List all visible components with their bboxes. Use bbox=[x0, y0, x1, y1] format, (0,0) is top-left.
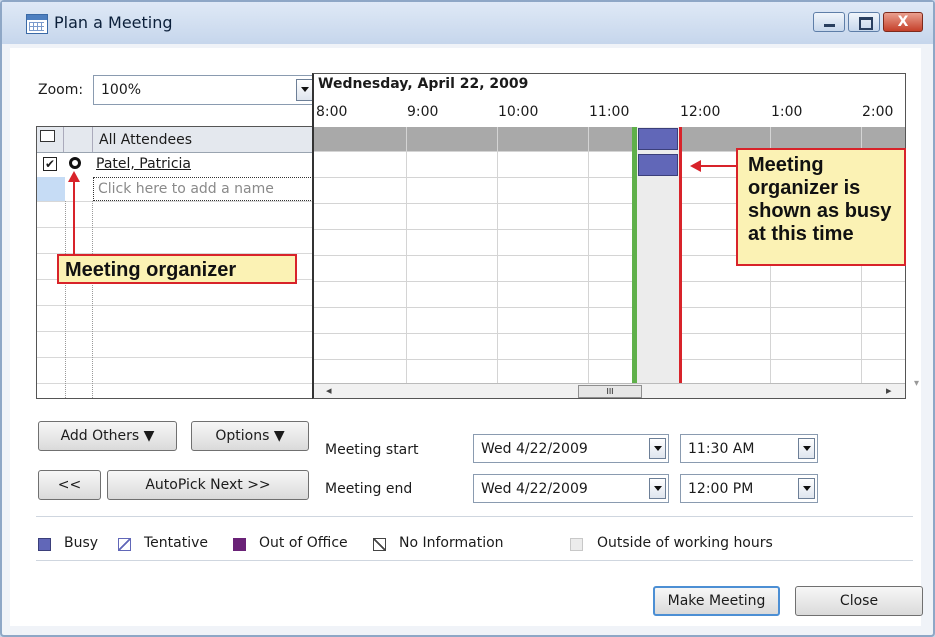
horizontal-scrollbar[interactable]: ◂ III ▸ bbox=[314, 383, 905, 398]
end-time-select[interactable]: 12:00 PM bbox=[680, 474, 818, 503]
previous-button[interactable]: << bbox=[38, 470, 101, 500]
scroll-right-icon[interactable]: ▸ bbox=[886, 384, 892, 397]
hour-label: 11:00 bbox=[589, 104, 630, 120]
legend-out-of-office: Out of Office bbox=[259, 535, 348, 551]
minimize-icon bbox=[824, 24, 835, 27]
chevron-down-icon[interactable] bbox=[649, 478, 666, 499]
calendar-icon bbox=[26, 14, 48, 34]
close-icon: X bbox=[897, 14, 909, 30]
busy-callout-line: at this time bbox=[748, 223, 854, 245]
outside-hours-swatch bbox=[570, 538, 583, 551]
zoom-value: 100% bbox=[101, 82, 142, 98]
attendees-header: All Attendees bbox=[37, 127, 313, 153]
meeting-end-label: Meeting end bbox=[325, 481, 413, 497]
hour-label: 2:00 bbox=[862, 104, 894, 120]
options-label: Options bbox=[215, 428, 270, 444]
out-of-office-swatch bbox=[233, 538, 246, 551]
busy-swatch bbox=[38, 538, 51, 551]
chevron-down-icon[interactable] bbox=[296, 79, 313, 101]
maximize-icon bbox=[859, 17, 873, 30]
end-time-value: 12:00 PM bbox=[688, 480, 754, 497]
legend-outside-hours: Outside of working hours bbox=[597, 535, 773, 551]
close-button[interactable]: Close bbox=[795, 586, 923, 616]
end-date-select[interactable]: Wed 4/22/2009 bbox=[473, 474, 669, 503]
meeting-end-line[interactable] bbox=[679, 127, 682, 385]
end-date-value: Wed 4/22/2009 bbox=[481, 480, 588, 497]
make-meeting-button[interactable]: Make Meeting bbox=[653, 586, 780, 616]
start-date-value: Wed 4/22/2009 bbox=[481, 440, 588, 457]
options-button[interactable]: Options ▼ bbox=[191, 421, 309, 451]
organizer-arrow-line bbox=[73, 180, 75, 254]
hour-label: 12:00 bbox=[680, 104, 721, 120]
divider bbox=[36, 560, 913, 561]
busy-callout: Meeting organizer is shown as busy at this … bbox=[736, 148, 906, 266]
busy-block bbox=[637, 154, 678, 176]
close-window-button[interactable]: X bbox=[883, 12, 923, 32]
attendee-checkbox[interactable]: ✔ bbox=[43, 157, 57, 171]
busy-callout-line: organizer is bbox=[748, 177, 861, 199]
hour-label: 1:00 bbox=[771, 104, 803, 120]
empty-rows bbox=[37, 201, 313, 398]
scroll-down-icon[interactable]: ▾ bbox=[914, 378, 919, 389]
zoom-label: Zoom: bbox=[38, 82, 84, 98]
chevron-down-icon[interactable] bbox=[798, 478, 815, 499]
no-information-swatch bbox=[373, 538, 386, 551]
chevron-down-icon: ▼ bbox=[273, 428, 285, 444]
busy-arrow-head bbox=[690, 160, 701, 172]
dialog-content: Zoom: 100% All Attendees ✔ Patel, Patric… bbox=[10, 48, 923, 626]
start-time-select[interactable]: 11:30 AM bbox=[680, 434, 818, 463]
start-time-value: 11:30 AM bbox=[688, 440, 755, 457]
chevron-down-icon[interactable] bbox=[798, 438, 815, 459]
busy-callout-text: Meeting organizer is shown as busy at this … bbox=[748, 154, 904, 246]
maximize-button[interactable] bbox=[848, 12, 880, 32]
start-date-select[interactable]: Wed 4/22/2009 bbox=[473, 434, 669, 463]
legend-no-information: No Information bbox=[399, 535, 504, 551]
legend-tentative: Tentative bbox=[144, 535, 209, 551]
divider bbox=[36, 516, 913, 517]
window-title: Plan a Meeting bbox=[54, 13, 173, 32]
hour-label: 9:00 bbox=[407, 104, 439, 120]
hour-label: 8:00 bbox=[316, 104, 348, 120]
title-bar: Plan a Meeting X bbox=[2, 2, 933, 44]
scroll-left-icon[interactable]: ◂ bbox=[326, 384, 332, 397]
zoom-select[interactable]: 100% bbox=[93, 75, 316, 105]
legend-busy: Busy bbox=[64, 535, 99, 551]
all-attendees-header: All Attendees bbox=[99, 132, 193, 148]
busy-callout-line: shown as busy bbox=[748, 200, 892, 222]
tentative-swatch bbox=[118, 538, 131, 551]
busy-callout-line: Meeting bbox=[748, 154, 824, 176]
meeting-start-line[interactable] bbox=[631, 127, 637, 385]
organizer-icon bbox=[69, 157, 81, 169]
autopick-next-button[interactable]: AutoPick Next >> bbox=[107, 470, 309, 500]
busy-arrow-line bbox=[700, 165, 736, 167]
chevron-down-icon: ▼ bbox=[143, 428, 155, 444]
chevron-down-icon[interactable] bbox=[649, 438, 666, 459]
envelope-icon bbox=[40, 130, 55, 142]
organizer-callout: Meeting organizer bbox=[57, 254, 297, 284]
busy-block bbox=[637, 128, 678, 150]
meeting-start-label: Meeting start bbox=[325, 442, 419, 458]
schedule-date: Wednesday, April 22, 2009 bbox=[318, 76, 529, 92]
add-others-button[interactable]: Add Others ▼ bbox=[38, 421, 177, 451]
add-others-label: Add Others bbox=[60, 428, 140, 444]
organizer-arrow-head bbox=[68, 171, 80, 182]
attendee-name[interactable]: Patel, Patricia bbox=[96, 156, 191, 172]
add-name-input[interactable]: Click here to add a name bbox=[93, 177, 313, 201]
scroll-thumb[interactable]: III bbox=[578, 385, 642, 398]
hour-label: 10:00 bbox=[498, 104, 539, 120]
minimize-button[interactable] bbox=[813, 12, 845, 32]
